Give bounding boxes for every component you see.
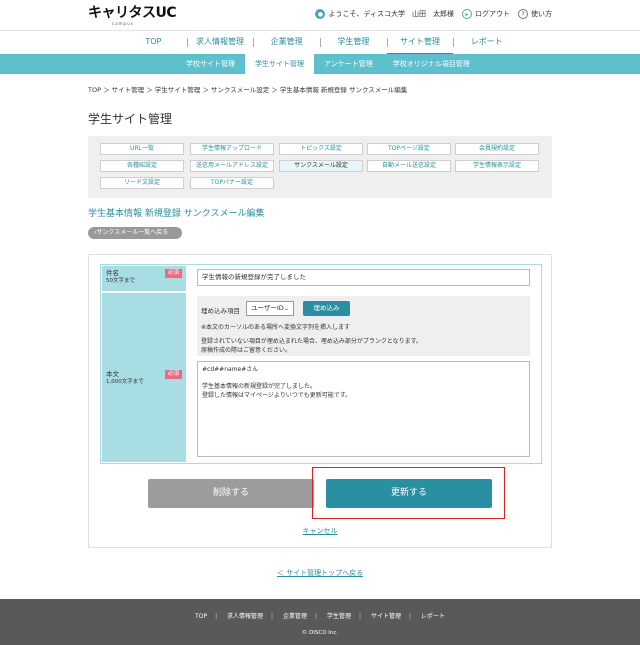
tab-top-banner[interactable]: TOPバナー設定 bbox=[190, 177, 274, 189]
body-limit: 1,000文字まで bbox=[106, 379, 144, 385]
sub-nav: 学校サイト管理 学生サイト管理 アンケート管理 学校オリジナル項目管理 bbox=[0, 54, 640, 74]
subject-label: 件名 bbox=[106, 269, 119, 277]
body-textarea[interactable]: #cd##name#さん 学生基本情報の新規登録が完了しました。 登録した情報は… bbox=[197, 361, 530, 457]
copyright: © DISCO Inc. bbox=[301, 630, 339, 636]
main-nav-site[interactable]: サイト管理 bbox=[386, 31, 454, 55]
tab-student-display[interactable]: 学生情報表示設定 bbox=[455, 160, 539, 172]
main-nav-students[interactable]: 学生管理 bbox=[320, 31, 387, 55]
logout-icon[interactable]: ▸ bbox=[462, 9, 472, 19]
tab-topics[interactable]: トピックス設定 bbox=[279, 143, 363, 155]
chevron-down-icon: ⌄ bbox=[283, 305, 289, 312]
embed-note-blank: 登録されていない項目が埋め込まれた場合、埋め込み部分がブランクとなります。 bbox=[201, 338, 423, 345]
body-line: 学生基本情報の新規登録が完了しました。 bbox=[202, 383, 317, 390]
footer-nav: TOP | 求人情報管理 | 企業管理 | 学生管理 | サイト管理 | レポート bbox=[195, 613, 445, 620]
sub-nav-school-site[interactable]: 学校サイト管理 bbox=[176, 54, 245, 74]
main-nav-companies[interactable]: 企業管理 bbox=[253, 31, 320, 55]
footer-link-site[interactable]: サイト管理 bbox=[371, 613, 401, 620]
back-to-list-button[interactable]: ‹サンクスメール一覧へ戻る bbox=[88, 227, 182, 239]
body-line: 登録した情報はマイページよりいつでも更新可能です。 bbox=[202, 391, 352, 399]
main-nav-top[interactable]: TOP bbox=[120, 31, 187, 55]
logo[interactable]: キャリタスUC bbox=[88, 6, 177, 20]
tab-sender-address[interactable]: 送信用メールアドレス設定 bbox=[190, 160, 274, 172]
page-title: 学生サイト管理 bbox=[88, 112, 173, 126]
embed-button[interactable]: 埋め込み bbox=[303, 301, 350, 316]
body-line bbox=[202, 375, 525, 384]
logout-link[interactable]: ログアウト bbox=[475, 9, 510, 19]
footer-link-report[interactable]: レポート bbox=[421, 613, 445, 620]
header: キャリタスUC campus ● ようこそ、ディスコ大学 山田 太郎様 ▸ ログ… bbox=[0, 0, 640, 30]
section-title: 学生基本情報 新規登録 サンクスメール編集 bbox=[88, 209, 265, 219]
footer-link-students[interactable]: 学生管理 bbox=[327, 613, 351, 620]
sub-nav-student-site[interactable]: 学生サイト管理 bbox=[245, 54, 314, 74]
tab-student-upload[interactable]: 学生情報アップロード bbox=[190, 143, 274, 155]
tab-top-page[interactable]: TOPページ設定 bbox=[367, 143, 451, 155]
body-line: #cd##name#さん bbox=[202, 366, 259, 373]
subject-input[interactable]: 学生情報の新規登録が完了しました bbox=[197, 269, 530, 286]
user-area: ● ようこそ、ディスコ大学 山田 太郎様 ▸ ログアウト ? 使い方 bbox=[315, 9, 552, 19]
tab-lead-text[interactable]: リード文設定 bbox=[100, 177, 184, 189]
greeting: ようこそ、ディスコ大学 山田 太郎様 bbox=[328, 10, 454, 18]
body-label: 本文 bbox=[106, 370, 119, 378]
tab-misc[interactable]: 各種紹設定 bbox=[100, 160, 184, 172]
tab-url-list[interactable]: URL一覧 bbox=[100, 143, 184, 155]
embed-label: 埋め込み項目 bbox=[201, 307, 240, 315]
logo-subtext: campus bbox=[112, 21, 134, 26]
user-icon: ● bbox=[315, 9, 326, 19]
embed-item-select[interactable]: ユーザーID ⌄ bbox=[246, 301, 294, 316]
embed-note-caution: 原稿作成の際はご留意ください。 bbox=[201, 347, 292, 354]
required-badge: 必須 bbox=[165, 269, 182, 278]
delete-button[interactable]: 削除する bbox=[148, 479, 314, 508]
main-nav-report[interactable]: レポート bbox=[453, 31, 520, 55]
help-icon[interactable]: ? bbox=[518, 9, 528, 19]
embed-note-cursor: ※本文のカーソルのある場所へ変換文字列を挿入します bbox=[201, 324, 351, 331]
tab-thanks-mail[interactable]: サンクスメール設定 bbox=[279, 160, 363, 172]
subject-limit: 50文字まで bbox=[106, 278, 135, 284]
required-badge: 必須 bbox=[165, 370, 182, 379]
footer-link-top[interactable]: TOP bbox=[195, 613, 207, 620]
update-button[interactable]: 更新する bbox=[326, 479, 492, 508]
cancel-link[interactable]: キャンセル bbox=[0, 526, 640, 536]
main-nav-jobs[interactable]: 求人情報管理 bbox=[186, 31, 254, 55]
breadcrumb[interactable]: TOP ＞ サイト管理 ＞ 学生サイト管理 ＞ サンクスメール設定 ＞ 学生基本… bbox=[88, 84, 407, 94]
main-nav: TOP 求人情報管理 企業管理 学生管理 サイト管理 レポート bbox=[0, 30, 640, 55]
sub-nav-survey[interactable]: アンケート管理 bbox=[314, 54, 383, 74]
footer-link-jobs[interactable]: 求人情報管理 bbox=[227, 613, 263, 620]
help-link[interactable]: 使い方 bbox=[531, 9, 552, 19]
footer-link-companies[interactable]: 企業管理 bbox=[283, 613, 307, 620]
footer: TOP | 求人情報管理 | 企業管理 | 学生管理 | サイト管理 | レポート © D… bbox=[0, 599, 640, 645]
tab-terms[interactable]: 会員規約設定 bbox=[455, 143, 539, 155]
back-to-site-top-link[interactable]: ＜ サイト管理トップへ戻る bbox=[0, 568, 640, 578]
sub-nav-original-items[interactable]: 学校オリジナル項目管理 bbox=[383, 54, 480, 74]
tab-auto-mail[interactable]: 自動メール送信設定 bbox=[367, 160, 451, 172]
